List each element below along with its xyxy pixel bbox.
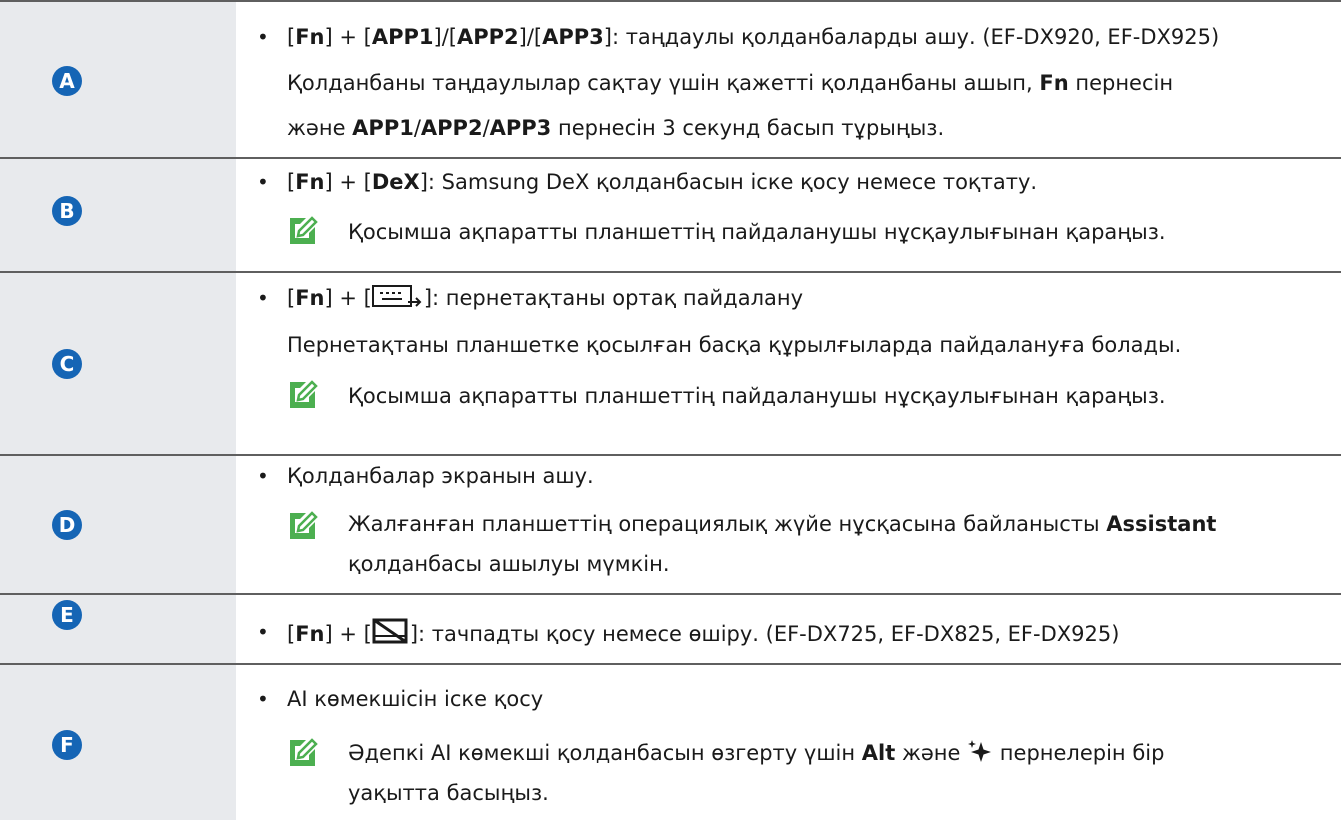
- touchpad-off-icon: [372, 618, 408, 644]
- badge-a: A: [52, 66, 82, 96]
- badge-e: E: [52, 600, 82, 630]
- table-row-b: B • [Fn] + [DeX]: Samsung DeX қолданбасы…: [0, 159, 1341, 271]
- row-label-cell: F: [0, 665, 236, 820]
- note-pencil-icon: [290, 738, 318, 766]
- row-label-cell: A: [0, 2, 236, 157]
- row-b-line1: [Fn] + [DeX]: Samsung DeX қолданбасын іс…: [287, 170, 1038, 194]
- table-row-a: A • [Fn] + [APP1]/[APP2]/[APP3]: таңдаул…: [0, 2, 1341, 157]
- row-label-cell: D: [0, 456, 236, 593]
- row-c-note: Қосымша ақпаратты планшеттің пайдаланушы…: [348, 384, 1166, 408]
- row-f-note-line2: уақытта басыңыз.: [348, 781, 549, 805]
- badge-d: D: [52, 510, 82, 540]
- table-row-e: E • [Fn] + [ ]: тачпадты қосу немесе өші…: [0, 595, 1341, 663]
- note-pencil-icon: [290, 380, 318, 408]
- row-a-line2: Қолданбаны таңдаулылар сақтау үшін қажет…: [287, 71, 1174, 95]
- table-row-d: D • Қолданбалар экранын ашу. Жалғанған п…: [0, 456, 1341, 593]
- badge-f: F: [52, 730, 82, 760]
- note-pencil-icon: [290, 511, 318, 539]
- bullet: •: [257, 25, 269, 49]
- note-pencil-icon: [290, 216, 318, 244]
- row-a-line3: және APP1/APP2/APP3 пернесін 3 секунд ба…: [287, 116, 945, 140]
- row-d-note-line1: Жалғанған планшеттің операциялық жүйе нұ…: [348, 512, 1217, 536]
- row-b-note: Қосымша ақпаратты планшеттің пайдаланушы…: [348, 220, 1166, 244]
- row-label-cell: E: [0, 595, 236, 663]
- table-row-c: C • [Fn] + [ ]: пернетақтаны ортақ пайда…: [0, 273, 1341, 454]
- bullet: •: [257, 620, 269, 644]
- row-label-cell: C: [0, 273, 236, 454]
- ai-sparkle-icon: [968, 740, 992, 762]
- row-d-note-line2: қолданбасы ашылуы мүмкін.: [348, 552, 670, 576]
- row-f-line1: AI көмекшісін іске қосу: [287, 687, 544, 711]
- row-label-cell: B: [0, 159, 236, 271]
- bullet: •: [257, 464, 269, 488]
- row-c-line2: Пернетақтаны планшетке қосылған басқа құ…: [287, 333, 1182, 357]
- row-d-line1: Қолданбалар экранын ашу.: [287, 464, 594, 488]
- badge-b: B: [52, 196, 82, 226]
- row-c-line1: [Fn] + [ ]: пернетақтаны ортақ пайдалану: [287, 285, 804, 310]
- bullet: •: [257, 286, 269, 310]
- bullet: •: [257, 687, 269, 711]
- keyboard-share-icon: [371, 285, 422, 307]
- table-row-f: F • AI көмекшісін іске қосу Әдепкі AI кө…: [0, 665, 1341, 820]
- row-a-line1: [Fn] + [APP1]/[APP2]/[APP3]: таңдаулы қо…: [287, 25, 1220, 49]
- bullet: •: [257, 170, 269, 194]
- row-f-note-line1: Әдепкі AI көмекші қолданбасын өзгерту үш…: [348, 740, 1165, 765]
- row-e-line1: [Fn] + [ ]: тачпадты қосу немесе өшіру. …: [287, 618, 1119, 648]
- badge-c: C: [52, 349, 82, 379]
